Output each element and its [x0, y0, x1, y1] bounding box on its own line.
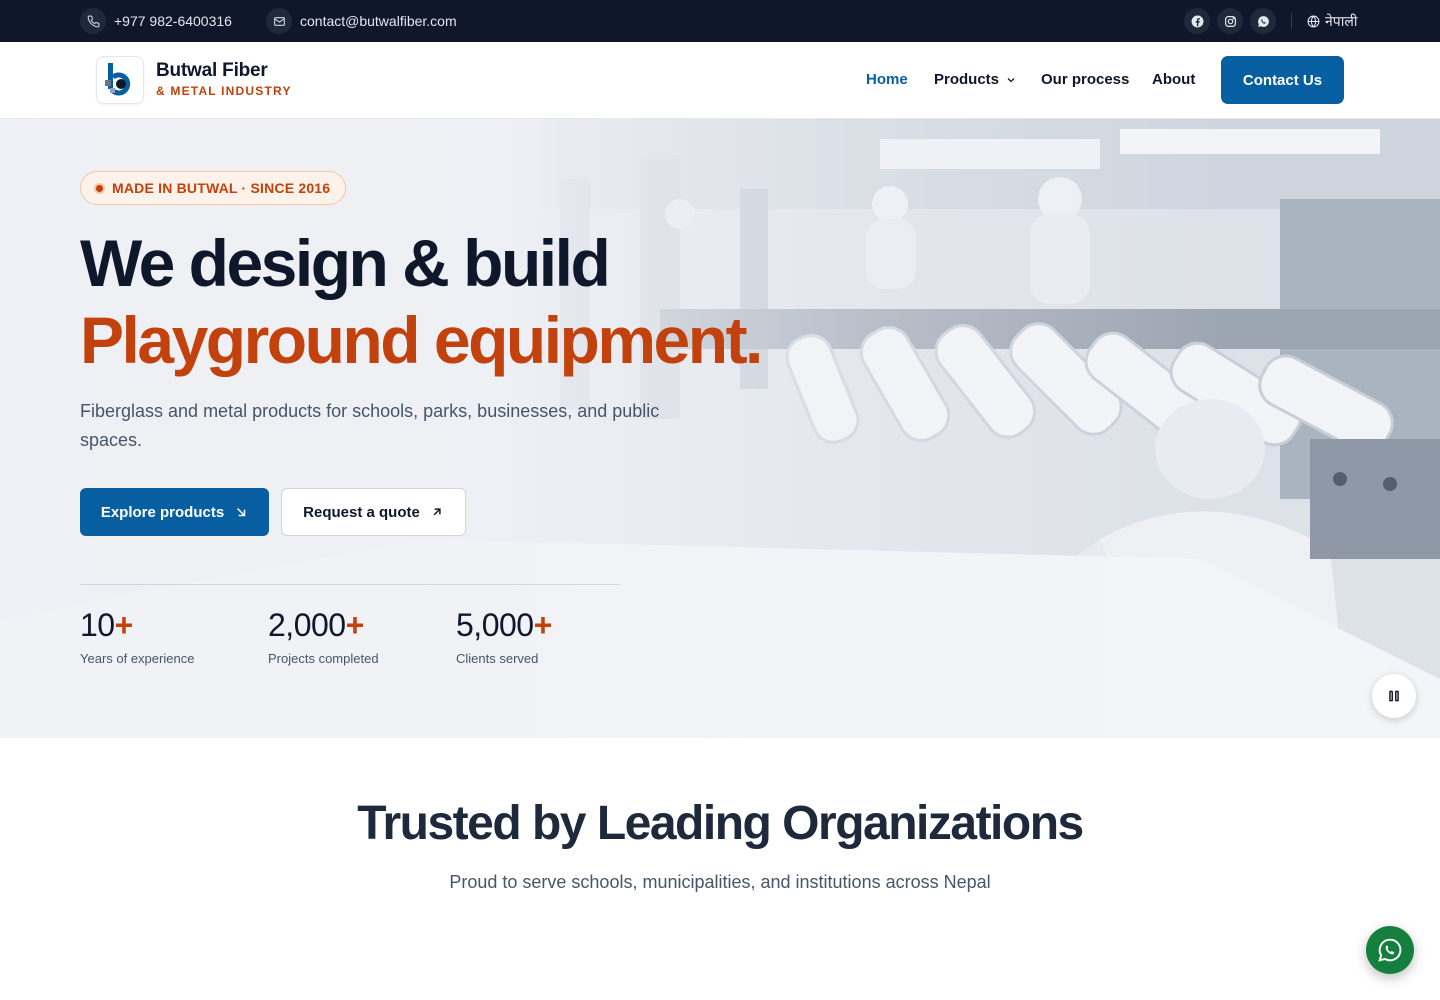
- nav-link-home-label: Home: [866, 71, 908, 88]
- chevron-down-icon: [1007, 77, 1015, 82]
- stat-clients-number: 5,000: [456, 607, 534, 643]
- brand-subtitle: & METAL INDUSTRY: [156, 84, 292, 98]
- request-quote-label: Request a quote: [303, 503, 420, 521]
- stat-clients-label: Clients served: [456, 651, 539, 666]
- nav-link-products[interactable]: Products: [934, 71, 1017, 88]
- nav-link-our-process[interactable]: Our process: [1041, 71, 1129, 88]
- language-label: नेपाली: [1325, 12, 1358, 29]
- stat-years-plus: +: [114, 607, 134, 643]
- whatsapp-fab-icon: [1378, 938, 1402, 962]
- phone-icon: [80, 8, 106, 34]
- whatsapp-icon[interactable]: [1250, 8, 1276, 34]
- hero-headline-line1: We design & build: [80, 226, 611, 300]
- mail-icon: [266, 8, 292, 34]
- hero-badge-text: MADE IN BUTWAL · SINCE 2016: [112, 180, 331, 196]
- instagram-icon[interactable]: [1217, 8, 1243, 34]
- whatsapp-chat-button[interactable]: [1366, 926, 1414, 974]
- stat-clients-plus: +: [533, 607, 553, 643]
- top-bar: +977 982-6400316 contact@butwalfiber.com…: [0, 0, 1440, 42]
- nav-link-about-label: About: [1152, 71, 1196, 88]
- phone-contact[interactable]: +977 982-6400316: [80, 0, 232, 42]
- arrow-up-right-icon: [433, 508, 441, 516]
- facebook-icon[interactable]: [1184, 8, 1210, 34]
- trusted-section-title: Trusted by Leading Organizations: [357, 797, 1084, 850]
- hero-lead-text: Fiberglass and metal products for school…: [80, 401, 660, 450]
- stat-projects-plus: +: [345, 607, 365, 643]
- hero-section: MADE IN BUTWAL · SINCE 2016 We design & …: [0, 119, 1440, 738]
- phone-number: +977 982-6400316: [114, 13, 232, 29]
- video-pause-button[interactable]: [1372, 674, 1416, 718]
- topbar-divider: [1291, 13, 1292, 29]
- stat-projects-value: 2,000+: [268, 607, 364, 644]
- badge-dot-icon: [94, 182, 105, 194]
- brand-name[interactable]: Butwal Fiber: [156, 60, 268, 82]
- stat-years-number: 10: [80, 607, 115, 643]
- logo-icon: [105, 63, 131, 96]
- nav-link-products-label: Products: [934, 71, 1000, 88]
- stat-projects-number: 2,000: [268, 607, 346, 643]
- email-address: contact@butwalfiber.com: [300, 13, 457, 29]
- hero-badge: MADE IN BUTWAL · SINCE 2016: [80, 171, 347, 205]
- pause-icon: [1389, 690, 1399, 702]
- email-contact[interactable]: contact@butwalfiber.com: [266, 0, 457, 42]
- nav-link-our-process-label: Our process: [1041, 71, 1130, 88]
- request-quote-button[interactable]: Request a quote: [281, 488, 466, 536]
- nav-link-about[interactable]: About: [1152, 71, 1195, 88]
- contact-us-button[interactable]: Contact Us: [1221, 56, 1344, 104]
- nav-link-home[interactable]: Home: [866, 71, 908, 88]
- stat-projects-label: Projects completed: [268, 651, 379, 666]
- stat-years-label: Years of experience: [80, 651, 195, 666]
- language-switcher[interactable]: नेपाली: [1307, 0, 1357, 42]
- stat-years-value: 10+: [80, 607, 133, 644]
- brand-logo[interactable]: [96, 56, 144, 104]
- hero-headline-line2: Playground equipment.: [80, 303, 763, 377]
- arrow-down-right-icon: [237, 507, 246, 517]
- globe-icon: [1307, 15, 1320, 27]
- main-navigation: Butwal Fiber & METAL INDUSTRY Home Produ…: [0, 42, 1440, 119]
- stat-clients-value: 5,000+: [456, 607, 552, 644]
- stats-divider: [80, 584, 620, 585]
- explore-products-label: Explore products: [100, 503, 225, 521]
- explore-products-button[interactable]: Explore products: [80, 488, 269, 536]
- trusted-section-subtitle: Proud to serve schools, municipalities, …: [449, 872, 991, 892]
